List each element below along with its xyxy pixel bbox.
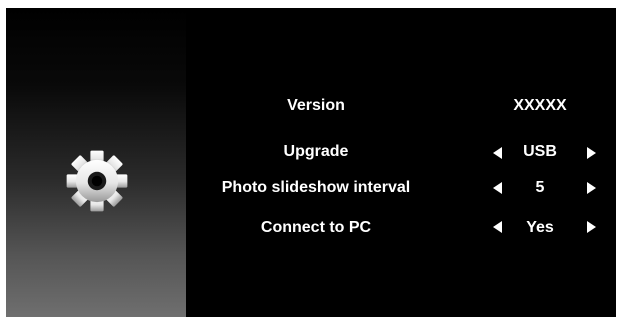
version-label: Version [287,97,345,114]
gear-reflection [64,200,130,228]
sidebar-panel [6,8,186,317]
photo-slideshow-interval-label[interactable]: Photo slideshow interval [186,179,446,197]
settings-screen: Version XXXXX Upgrade USB Photo slidesho… [6,8,616,317]
upgrade-value[interactable]: USB [500,143,580,161]
upgrade-label[interactable]: Upgrade [186,143,446,161]
arrow-right-icon[interactable] [587,182,596,194]
connect-to-pc-value[interactable]: Yes [500,219,580,237]
photo-slideshow-interval-value[interactable]: 5 [500,179,580,197]
arrow-right-icon[interactable] [587,221,596,233]
arrow-right-icon[interactable] [587,147,596,159]
version-value: XXXXX [513,97,567,114]
connect-to-pc-label[interactable]: Connect to PC [186,219,446,237]
